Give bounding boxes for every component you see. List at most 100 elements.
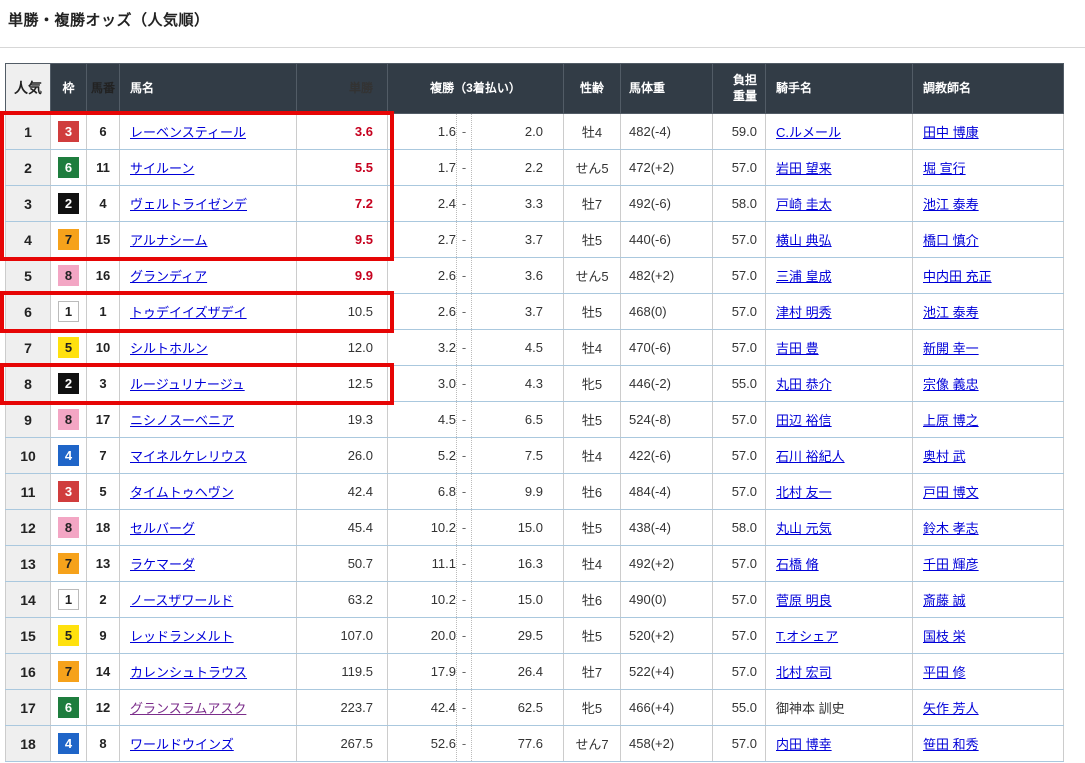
jockey-cell: 田辺 裕信 <box>766 402 913 438</box>
place-odds-cell: 20.0-29.5 <box>388 618 564 654</box>
trainer-cell: 池江 泰寿 <box>913 294 1064 330</box>
load-weight-cell: 58.0 <box>713 186 766 222</box>
sex-age-cell: 牡4 <box>564 114 621 150</box>
horse-name-link[interactable]: ワールドウインズ <box>130 737 234 752</box>
horse-number-cell: 7 <box>87 438 120 474</box>
jockey-link[interactable]: 北村 友一 <box>776 485 832 500</box>
jockey-link[interactable]: 内田 博幸 <box>776 737 832 752</box>
frame-number-badge: 5 <box>58 625 79 646</box>
trainer-link[interactable]: 池江 泰寿 <box>923 305 979 320</box>
jockey-link[interactable]: 丸田 恭介 <box>776 377 832 392</box>
horse-name-link[interactable]: セルバーグ <box>130 521 195 536</box>
column-header: 馬名 <box>120 64 297 114</box>
horse-name-link[interactable]: トゥデイイズザデイ <box>130 305 247 320</box>
jockey-link[interactable]: 菅原 明良 <box>776 593 832 608</box>
sex-age-cell: 牡4 <box>564 546 621 582</box>
place-odds-low: 3.2 <box>388 330 456 365</box>
place-odds-cell: 11.1-16.3 <box>388 546 564 582</box>
trainer-link[interactable]: 池江 泰寿 <box>923 197 979 212</box>
jockey-link[interactable]: 戸崎 圭太 <box>776 197 832 212</box>
jockey-link[interactable]: 吉田 豊 <box>776 341 819 356</box>
horse-name-link[interactable]: レッドランメルト <box>130 629 234 644</box>
column-header: 性齢 <box>564 64 621 114</box>
odds-table: 人気枠馬番馬名単勝複勝（3着払い）性齢馬体重負担 重量騎手名調教師名 1 3 6… <box>5 63 1064 762</box>
place-odds-low: 2.4 <box>388 186 456 221</box>
jockey-link[interactable]: 横山 典弘 <box>776 233 832 248</box>
jockey-link[interactable]: 岩田 望来 <box>776 161 832 176</box>
sex-age-cell: 牡6 <box>564 474 621 510</box>
frame-cell: 4 <box>51 726 87 762</box>
horse-name-link[interactable]: ノースザワールド <box>130 593 233 608</box>
horse-name-link[interactable]: タイムトゥヘヴン <box>130 485 234 500</box>
jockey-link[interactable]: 石川 裕紀人 <box>776 449 845 464</box>
jockey-cell: T.オシェア <box>766 618 913 654</box>
jockey-link[interactable]: 三浦 皇成 <box>776 269 832 284</box>
jockey-link[interactable]: T.オシェア <box>776 629 838 644</box>
trainer-link[interactable]: 平田 修 <box>923 665 966 680</box>
trainer-link[interactable]: 鈴木 孝志 <box>923 521 979 536</box>
trainer-link[interactable]: 矢作 芳人 <box>923 701 979 716</box>
sex-age-cell: せん7 <box>564 726 621 762</box>
trainer-link[interactable]: 斎藤 誠 <box>923 593 966 608</box>
win-odds-cell: 9.5 <box>297 222 388 258</box>
jockey-link[interactable]: 北村 宏司 <box>776 665 832 680</box>
jockey-link[interactable]: 石橋 脩 <box>776 557 819 572</box>
win-odds-cell: 9.9 <box>297 258 388 294</box>
jockey-link[interactable]: 丸山 元気 <box>776 521 832 536</box>
horse-name-link[interactable]: レーベンスティール <box>130 125 246 140</box>
trainer-link[interactable]: 田中 博康 <box>923 125 979 140</box>
popularity-rank-cell: 18 <box>6 726 51 762</box>
trainer-link[interactable]: 千田 輝彦 <box>923 557 979 572</box>
frame-cell: 2 <box>51 366 87 402</box>
place-odds-high: 6.5 <box>471 402 564 437</box>
horse-name-link[interactable]: カレンシュトラウス <box>130 665 247 680</box>
frame-cell: 2 <box>51 186 87 222</box>
frame-number-badge: 6 <box>58 697 79 718</box>
horse-name-link[interactable]: アルナシーム <box>130 233 207 248</box>
sex-age-cell: せん5 <box>564 150 621 186</box>
horse-name-link[interactable]: グランスラムアスク <box>130 701 246 716</box>
trainer-link[interactable]: 国枝 栄 <box>923 629 966 644</box>
place-odds-cell: 1.7-2.2 <box>388 150 564 186</box>
jockey-link[interactable]: C.ルメール <box>776 125 841 140</box>
trainer-link[interactable]: 笹田 和秀 <box>923 737 979 752</box>
trainer-link[interactable]: 中内田 充正 <box>923 269 992 284</box>
trainer-link[interactable]: 上原 博之 <box>923 413 979 428</box>
horse-name-link[interactable]: マイネルケレリウス <box>130 449 247 464</box>
win-odds-cell: 267.5 <box>297 726 388 762</box>
table-row: 7 5 10 シルトホルン 12.0 3.2-4.5 牡4 470(-6) 57… <box>6 330 1064 366</box>
horse-name-cell: ラケマーダ <box>120 546 297 582</box>
jockey-cell: 三浦 皇成 <box>766 258 913 294</box>
place-odds-separator: - <box>456 402 471 437</box>
trainer-link[interactable]: 奥村 武 <box>923 449 966 464</box>
horse-number-cell: 9 <box>87 618 120 654</box>
popularity-rank-cell: 13 <box>6 546 51 582</box>
sex-age-cell: 牝5 <box>564 366 621 402</box>
place-odds-separator: - <box>456 330 471 365</box>
horse-weight-cell: 468(0) <box>621 294 713 330</box>
horse-name-link[interactable]: ニシノスーベニア <box>130 413 234 428</box>
column-header: 枠 <box>51 64 87 114</box>
trainer-link[interactable]: 新開 幸一 <box>923 341 979 356</box>
table-row: 9 8 17 ニシノスーベニア 19.3 4.5-6.5 牡5 524(-8) … <box>6 402 1064 438</box>
popularity-rank-cell: 10 <box>6 438 51 474</box>
horse-name-cell: ノースザワールド <box>120 582 297 618</box>
trainer-link[interactable]: 宗像 義忠 <box>923 377 979 392</box>
horse-name-link[interactable]: ラケマーダ <box>130 557 195 572</box>
horse-name-link[interactable]: ルージュリナージュ <box>130 377 245 392</box>
frame-number-badge: 3 <box>58 121 79 142</box>
table-row: 5 8 16 グランディア 9.9 2.6-3.6 せん5 482(+2) 57… <box>6 258 1064 294</box>
horse-number-cell: 5 <box>87 474 120 510</box>
trainer-cell: 奥村 武 <box>913 438 1064 474</box>
horse-name-link[interactable]: サイルーン <box>130 161 194 176</box>
jockey-link[interactable]: 田辺 裕信 <box>776 413 832 428</box>
trainer-link[interactable]: 橋口 慎介 <box>923 233 979 248</box>
jockey-link[interactable]: 津村 明秀 <box>776 305 832 320</box>
jockey-cell: 内田 博幸 <box>766 726 913 762</box>
win-odds-cell: 223.7 <box>297 690 388 726</box>
horse-name-link[interactable]: グランディア <box>130 269 207 284</box>
horse-name-link[interactable]: ヴェルトライゼンデ <box>130 197 247 212</box>
trainer-link[interactable]: 堀 宣行 <box>923 161 966 176</box>
horse-name-link[interactable]: シルトホルン <box>130 341 208 356</box>
trainer-link[interactable]: 戸田 博文 <box>923 485 979 500</box>
